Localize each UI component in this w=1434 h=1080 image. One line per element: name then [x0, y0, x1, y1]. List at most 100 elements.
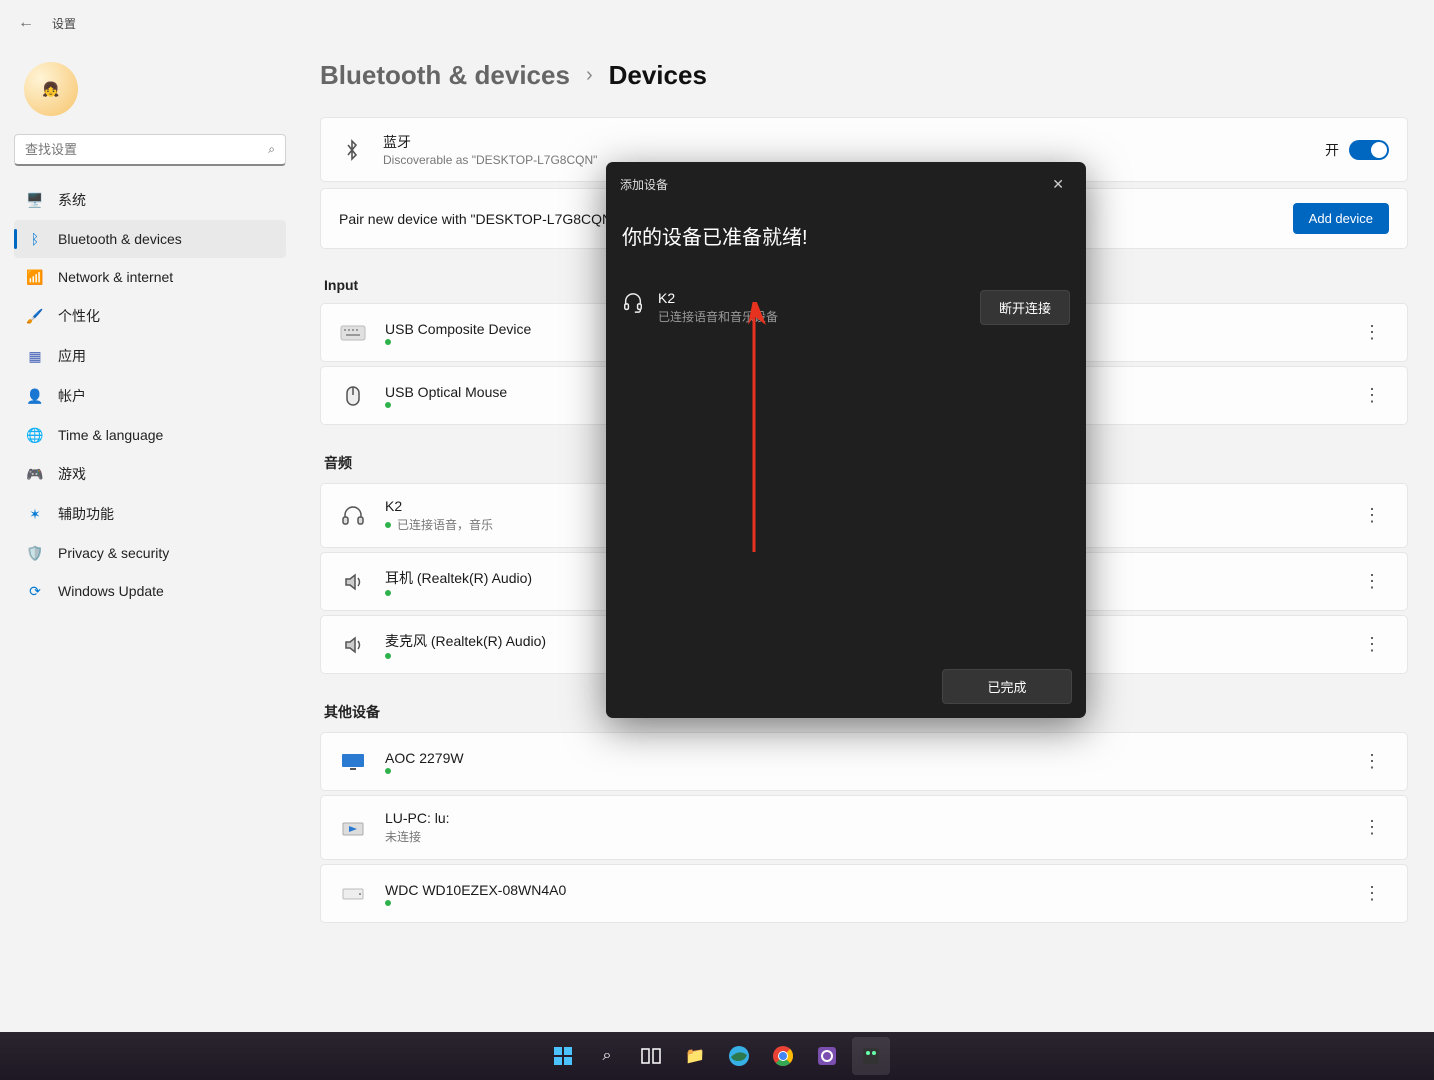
drive-icon [339, 883, 367, 905]
edge-icon[interactable] [720, 1037, 758, 1075]
status-dot-icon [385, 402, 391, 408]
device-name: LU-PC: lu: [385, 810, 450, 826]
breadcrumb-parent[interactable]: Bluetooth & devices [320, 60, 570, 91]
sidebar-item-bluetooth-devices[interactable]: ᛒ Bluetooth & devices [14, 220, 286, 258]
nav-label: 辅助功能 [58, 504, 114, 524]
dialog-device-name: K2 [658, 290, 778, 306]
device-name: 耳机 (Realtek(R) Audio) [385, 568, 532, 588]
device-name: WDC WD10EZEX-08WN4A0 [385, 882, 566, 898]
nav-label: Time & language [58, 427, 163, 443]
toggle-label: 开 [1325, 140, 1339, 160]
explorer-icon[interactable]: 📁 [676, 1037, 714, 1075]
device-row[interactable]: LU-PC: lu: 未连接 ⋮ [320, 795, 1408, 860]
device-name: AOC 2279W [385, 750, 464, 766]
more-icon[interactable]: ⋮ [1355, 318, 1389, 347]
device-status: 未连接 [385, 828, 421, 845]
add-device-dialog: 添加设备 ✕ 你的设备已准备就绪! K2 已连接语音和音乐设备 断开连接 已完成 [606, 162, 1086, 718]
nav-label: Windows Update [58, 583, 164, 599]
nav-label: 系统 [58, 190, 86, 210]
device-name: USB Optical Mouse [385, 384, 507, 400]
sidebar-item-network-internet[interactable]: 📶 Network & internet [14, 258, 286, 296]
sidebar-item--[interactable]: 🖥️ 系统 [14, 180, 286, 220]
monitor-icon [339, 751, 367, 773]
chrome-icon[interactable] [764, 1037, 802, 1075]
bluetooth-devices-icon: ᛒ [26, 230, 44, 248]
--icon: 🖌️ [26, 307, 44, 325]
chevron-right-icon: › [586, 64, 593, 87]
bluetooth-title: 蓝牙 [383, 132, 597, 152]
nav-label: 个性化 [58, 306, 100, 326]
app-icon[interactable] [852, 1037, 890, 1075]
bluetooth-icon [339, 137, 365, 163]
sidebar-item--[interactable]: ✶ 辅助功能 [14, 494, 286, 534]
nav-label: Privacy & security [58, 545, 169, 561]
window-header: ← 设置 [0, 0, 1434, 46]
status-dot-icon [385, 522, 391, 528]
nav-label: Network & internet [58, 269, 173, 285]
device-row[interactable]: AOC 2279W ⋮ [320, 732, 1408, 791]
dialog-device-status: 已连接语音和音乐设备 [658, 308, 778, 325]
sidebar-item-windows-update[interactable]: ⟳ Windows Update [14, 572, 286, 610]
dialog-heading: 你的设备已准备就绪! [622, 221, 1070, 250]
avatar[interactable]: 👧 [24, 62, 78, 116]
app-title: 设置 [52, 15, 76, 32]
more-icon[interactable]: ⋮ [1355, 381, 1389, 410]
disconnect-button[interactable]: 断开连接 [980, 290, 1070, 325]
device-row[interactable]: WDC WD10EZEX-08WN4A0 ⋮ [320, 864, 1408, 923]
device-status: 已连接语音，音乐 [397, 516, 493, 533]
breadcrumb: Bluetooth & devices › Devices [320, 60, 1408, 91]
sidebar-item--[interactable]: ▦ 应用 [14, 336, 286, 376]
network-internet-icon: 📶 [26, 268, 44, 286]
sidebar-item--[interactable]: 🖌️ 个性化 [14, 296, 286, 336]
--icon: 👤 [26, 387, 44, 405]
windows-update-icon: ⟳ [26, 582, 44, 600]
status-dot-icon [385, 900, 391, 906]
search-input-wrap[interactable]: ⌕ [14, 134, 286, 166]
media-icon [339, 817, 367, 839]
taskbar: ⌕ 📁 [0, 1032, 1434, 1080]
pair-text: Pair new device with "DESKTOP-L7G8CQN" [339, 211, 617, 227]
search-icon: ⌕ [268, 142, 275, 157]
sidebar: 👧 ⌕ 🖥️ 系统 ᛒ Bluetooth & devices 📶 Network & i… [0, 50, 300, 622]
--icon: ✶ [26, 505, 44, 523]
headphones-icon [339, 505, 367, 527]
nav-label: 帐户 [58, 386, 86, 406]
speaker-icon [339, 634, 367, 656]
sidebar-item-time-language[interactable]: 🌐 Time & language [14, 416, 286, 454]
more-icon[interactable]: ⋮ [1355, 501, 1389, 530]
sidebar-item-privacy-security[interactable]: 🛡️Privacy & security [14, 534, 286, 572]
more-icon[interactable]: ⋮ [1355, 813, 1389, 842]
more-icon[interactable]: ⋮ [1355, 747, 1389, 776]
add-device-button[interactable]: Add device [1293, 203, 1389, 234]
speaker-icon [339, 571, 367, 593]
search-input[interactable] [25, 142, 268, 157]
done-button[interactable]: 已完成 [942, 669, 1072, 704]
--icon: 🎮 [26, 465, 44, 483]
back-icon[interactable]: ← [18, 14, 34, 32]
close-icon[interactable]: ✕ [1044, 172, 1072, 197]
nav-label: Bluetooth & devices [58, 231, 182, 247]
--icon: 🖥️ [26, 191, 44, 209]
nav-label: 游戏 [58, 464, 86, 484]
headset-icon [622, 292, 644, 325]
nav-list: 🖥️ 系统 ᛒ Bluetooth & devices 📶 Network & inter… [14, 180, 286, 610]
device-name: K2 [385, 498, 493, 514]
sidebar-item--[interactable]: 🎮 游戏 [14, 454, 286, 494]
dialog-device-row: K2 已连接语音和音乐设备 断开连接 [622, 290, 1070, 325]
status-dot-icon [385, 768, 391, 774]
taskview-icon[interactable] [632, 1037, 670, 1075]
capture-icon[interactable] [808, 1037, 846, 1075]
more-icon[interactable]: ⋮ [1355, 567, 1389, 596]
nav-label: 应用 [58, 346, 86, 366]
bluetooth-toggle[interactable] [1349, 140, 1389, 160]
breadcrumb-current: Devices [609, 60, 707, 91]
more-icon[interactable]: ⋮ [1355, 630, 1389, 659]
--icon: ▦ [26, 347, 44, 365]
search-taskbar-icon[interactable]: ⌕ [588, 1037, 626, 1075]
status-dot-icon [385, 339, 391, 345]
time-language-icon: 🌐 [26, 426, 44, 444]
dialog-title: 添加设备 [620, 176, 668, 193]
sidebar-item--[interactable]: 👤 帐户 [14, 376, 286, 416]
more-icon[interactable]: ⋮ [1355, 879, 1389, 908]
start-icon[interactable] [544, 1037, 582, 1075]
